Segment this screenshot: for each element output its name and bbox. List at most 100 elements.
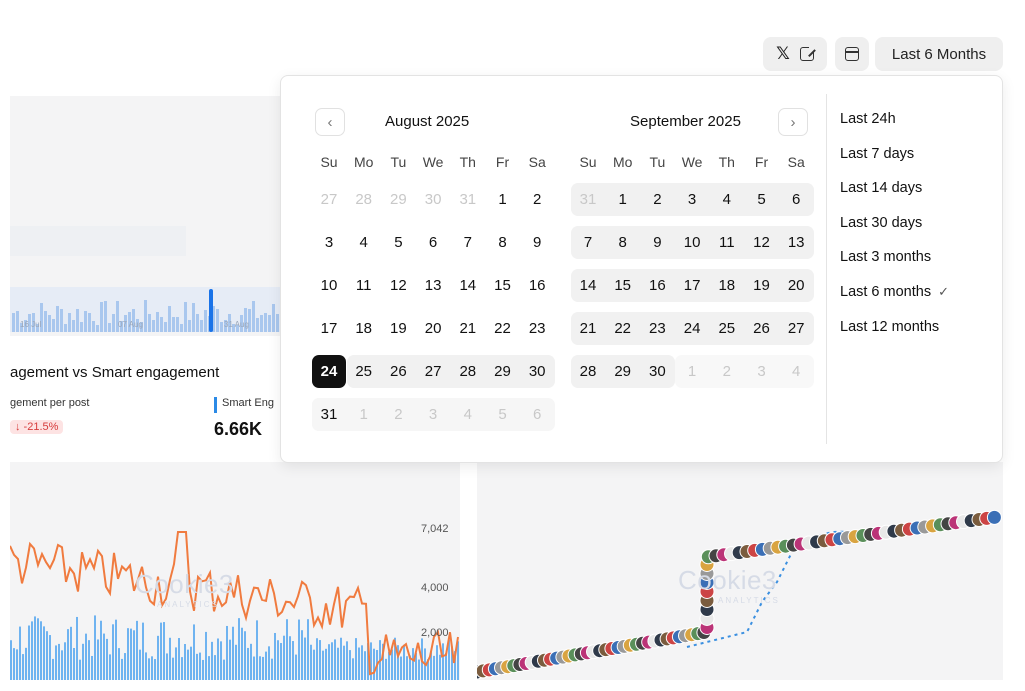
next-month-button[interactable]: ›	[778, 108, 808, 136]
calendar-day[interactable]: 17	[675, 269, 709, 302]
calendar-day[interactable]: 14	[571, 269, 605, 302]
calendar-day[interactable]: 19	[381, 312, 415, 345]
calendar-day[interactable]: 13	[779, 226, 813, 259]
calendar-button[interactable]	[835, 37, 869, 71]
mini-chart-bar	[68, 313, 71, 332]
engagement-bar	[103, 633, 105, 680]
engagement-bar	[124, 653, 126, 680]
weekday-label: Tu	[649, 154, 666, 170]
calendar-day[interactable]: 23	[640, 312, 674, 345]
calendar-day[interactable]: 16	[520, 269, 554, 302]
change-badge: ↓ -21.5%	[10, 420, 64, 434]
engagement-bar	[310, 644, 312, 680]
engagement-bar	[328, 644, 330, 680]
calendar-day[interactable]: 11	[347, 269, 381, 302]
calendar-day[interactable]: 18	[710, 269, 744, 302]
calendar-day[interactable]: 27	[779, 312, 813, 345]
calendar-day[interactable]: 22	[486, 312, 520, 345]
mini-chart-bar	[44, 310, 47, 332]
preset-option[interactable]: Last 24h	[840, 111, 896, 127]
calendar-day[interactable]: 21	[571, 312, 605, 345]
engagement-bar	[28, 625, 30, 680]
calendar-day: 31	[579, 191, 597, 208]
date-range-button[interactable]: Last 6 Months	[875, 37, 1003, 71]
preset-option-label: Last 30 days	[840, 214, 923, 231]
calendar-day[interactable]: 17	[312, 312, 346, 345]
calendar-day[interactable]: 7	[571, 226, 605, 259]
calendar-day[interactable]: 10	[675, 226, 709, 259]
calendar-day[interactable]: 2	[640, 183, 674, 216]
mini-chart-bar	[216, 309, 219, 332]
weekday-label: Tu	[390, 154, 407, 170]
calendar-day[interactable]: 24	[675, 312, 709, 345]
preset-option[interactable]: Last 6 months ✓	[840, 284, 949, 300]
calendar-day[interactable]: 13	[416, 269, 450, 302]
calendar-day[interactable]: 16	[640, 269, 674, 302]
calendar-day[interactable]: 9	[640, 226, 674, 259]
calendar-day[interactable]: 14	[451, 269, 485, 302]
calendar-day[interactable]: 6	[416, 226, 450, 259]
preset-option[interactable]: Last 12 months	[840, 319, 939, 335]
calendar-day[interactable]: 21	[451, 312, 485, 345]
calendar-day[interactable]: 1	[486, 183, 520, 216]
engagement-bar	[286, 619, 288, 680]
calendar-day[interactable]: 26	[381, 355, 415, 388]
calendar-day[interactable]: 15	[606, 269, 640, 302]
preset-option[interactable]: Last 7 days	[840, 146, 914, 162]
engagement-bar	[358, 647, 360, 680]
calendar-day[interactable]: 18	[347, 312, 381, 345]
calendar-day[interactable]: 19	[745, 269, 779, 302]
calendar-day[interactable]: 25	[710, 312, 744, 345]
calendar-day[interactable]: 4	[347, 226, 381, 259]
calendar-day[interactable]: 2	[520, 183, 554, 216]
calendar-day[interactable]: 31	[312, 398, 346, 431]
calendar-day[interactable]: 28	[571, 355, 605, 388]
mini-chart-bar	[16, 311, 19, 332]
calendar-day[interactable]: 3	[312, 226, 346, 259]
calendar-day[interactable]: 29	[486, 355, 520, 388]
calendar-day[interactable]: 3	[675, 183, 709, 216]
calendar-day[interactable]: 20	[416, 312, 450, 345]
engagement-bar	[145, 652, 147, 680]
calendar-day[interactable]: 25	[347, 355, 381, 388]
preset-option[interactable]: Last 14 days	[840, 180, 922, 196]
calendar-day[interactable]: 9	[520, 226, 554, 259]
calendar-day[interactable]: 4	[710, 183, 744, 216]
calendar-day[interactable]: 5	[381, 226, 415, 259]
calendar-day[interactable]: 12	[381, 269, 415, 302]
preset-option[interactable]: Last 3 months	[840, 249, 931, 265]
calendar-day: 31	[459, 191, 477, 208]
calendar-day[interactable]: 8	[486, 226, 520, 259]
calendar-day[interactable]: 26	[745, 312, 779, 345]
calendar-day[interactable]: 22	[606, 312, 640, 345]
calendar-day[interactable]: 7	[451, 226, 485, 259]
engagement-bar	[337, 647, 339, 680]
calendar-day[interactable]: 30	[640, 355, 674, 388]
calendar-day-selected[interactable]: 24	[312, 355, 346, 388]
calendar-day[interactable]: 30	[520, 355, 554, 388]
share-x-button[interactable]: 𝕏	[763, 37, 827, 71]
prev-month-button[interactable]: ‹	[315, 108, 345, 136]
calendar-day[interactable]: 20	[779, 269, 813, 302]
calendar-day[interactable]: 10	[312, 269, 346, 302]
calendar-day[interactable]: 23	[520, 312, 554, 345]
calendar-day[interactable]: 1	[606, 183, 640, 216]
mini-timeline-chart[interactable]: 16 Jul 07 Aug 31 Aug	[10, 287, 280, 332]
calendar-day[interactable]: 15	[486, 269, 520, 302]
mini-chart-bar	[184, 301, 187, 332]
weekday-label: Th	[459, 154, 476, 170]
calendar-day[interactable]: 5	[745, 183, 779, 216]
calendar-day[interactable]: 11	[710, 226, 744, 259]
weekday-label: We	[422, 154, 444, 170]
calendar-day[interactable]: 12	[745, 226, 779, 259]
calendar-day[interactable]: 29	[606, 355, 640, 388]
range-handle[interactable]	[209, 289, 213, 332]
engagement-bar	[343, 645, 345, 680]
calendar-day[interactable]: 27	[416, 355, 450, 388]
month-title-august: August 2025	[385, 113, 470, 130]
calendar-day[interactable]: 28	[451, 355, 485, 388]
calendar-day[interactable]: 6	[779, 183, 813, 216]
calendar-day[interactable]: 8	[606, 226, 640, 259]
engagement-bar	[193, 624, 195, 680]
preset-option[interactable]: Last 30 days	[840, 215, 922, 231]
